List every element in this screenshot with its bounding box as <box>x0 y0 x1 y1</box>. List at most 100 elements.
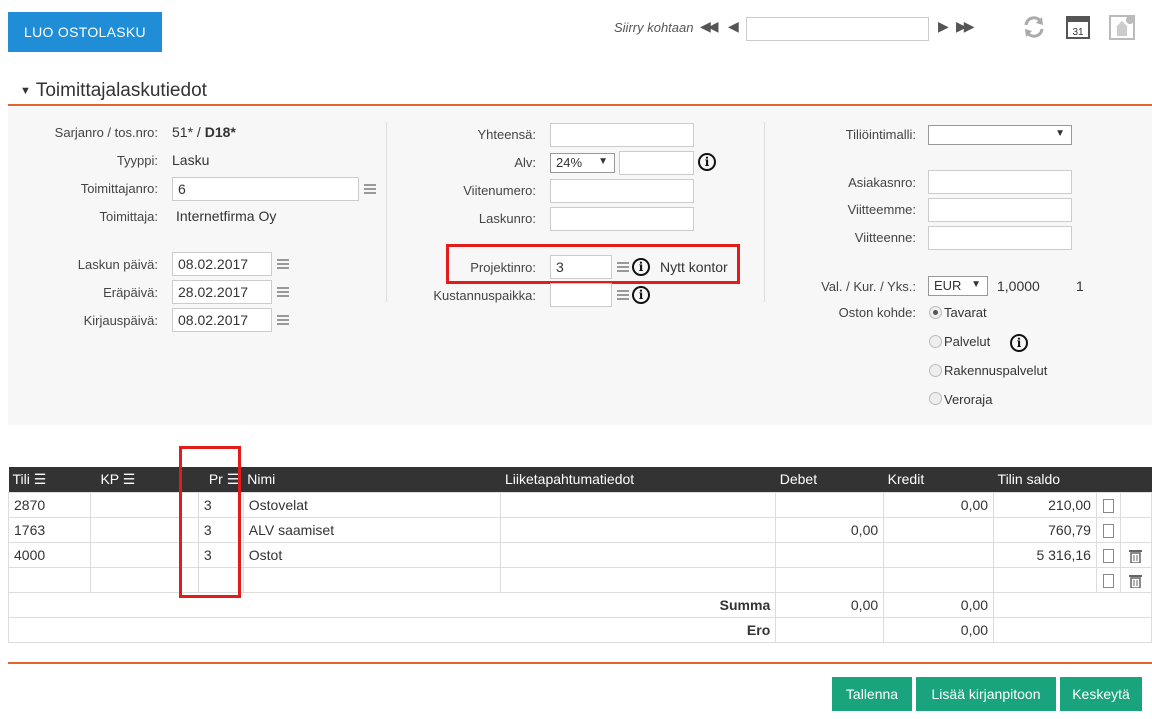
list-icon[interactable] <box>617 290 629 300</box>
home-settings-icon[interactable] <box>1108 13 1136 41</box>
vat-label: Alv: <box>514 155 536 170</box>
cell-debit[interactable] <box>775 491 885 518</box>
cell-account[interactable]: 2870 <box>8 491 91 518</box>
header-balance: Tilin saldo <box>993 467 1097 492</box>
cancel-button[interactable]: Keskeytä <box>1060 677 1142 711</box>
section-title[interactable]: ▼ Toimittajalaskutiedot <box>20 80 207 102</box>
booking-date-label: Kirjauspäivä: <box>83 313 158 328</box>
reference-number-input[interactable] <box>550 179 694 203</box>
cell-details[interactable] <box>500 541 777 568</box>
create-purchase-invoice-button[interactable]: LUO OSTOLASKU <box>8 12 162 52</box>
invoice-number-input[interactable] <box>550 207 694 231</box>
cell-details[interactable] <box>500 516 777 543</box>
header-name: Nimi <box>243 467 501 492</box>
first-record-icon[interactable]: ◀◀ <box>700 18 718 35</box>
calendar-icon[interactable]: 31 <box>1064 13 1092 41</box>
cell-balance: 210,00 <box>993 491 1097 518</box>
header-credit: Kredit <box>883 467 994 492</box>
radio-rakennuspalvelut[interactable] <box>929 364 942 377</box>
column-divider <box>386 122 387 302</box>
cell-details[interactable] <box>500 566 777 593</box>
purchase-target-label: Oston kohde: <box>838 305 916 320</box>
unit-value: 1 <box>1076 278 1084 294</box>
radio-palvelut[interactable] <box>929 335 942 348</box>
cell-account[interactable]: 4000 <box>8 541 91 568</box>
info-icon[interactable]: i <box>632 286 650 304</box>
cell-account[interactable] <box>8 566 91 593</box>
our-reference-input[interactable] <box>928 198 1072 222</box>
invoice-number-label: Laskunro: <box>478 211 536 226</box>
list-icon[interactable] <box>364 184 376 194</box>
trash-icon[interactable] <box>1129 549 1143 563</box>
list-icon[interactable]: ☰ <box>123 471 136 487</box>
cell-name: ALV saamiset <box>242 516 502 543</box>
cell-name: Ostovelat <box>242 491 502 518</box>
currency-label: Val. / Kur. / Yks.: <box>821 279 916 294</box>
cell-debit[interactable]: 0,00 <box>775 516 885 543</box>
info-icon[interactable]: i <box>632 258 650 276</box>
chevron-down-icon: ▼ <box>598 156 608 167</box>
cell-account[interactable]: 1763 <box>8 516 91 543</box>
previous-record-icon[interactable]: ◀ <box>728 18 739 35</box>
next-record-icon[interactable]: ▶ <box>938 18 949 35</box>
document-icon[interactable] <box>1102 498 1114 513</box>
document-icon[interactable] <box>1102 548 1114 563</box>
calendar-picker-icon[interactable] <box>277 315 289 325</box>
calendar-picker-icon[interactable] <box>277 287 289 297</box>
booking-date-input[interactable] <box>172 308 272 332</box>
radio-veroraja[interactable] <box>929 392 942 405</box>
sum-credit: 0,00 <box>883 591 995 618</box>
trash-icon[interactable] <box>1129 574 1143 588</box>
column-divider <box>764 122 765 302</box>
project-number-input[interactable] <box>550 255 612 279</box>
calendar-picker-icon[interactable] <box>277 259 289 269</box>
cost-center-input[interactable] <box>550 283 612 307</box>
radio-tavarat[interactable] <box>929 306 942 319</box>
vat-amount-input[interactable] <box>619 151 694 175</box>
template-select[interactable]: ▼ <box>928 125 1072 145</box>
radio-palvelut-label: Palvelut <box>944 334 991 349</box>
cell-credit[interactable] <box>883 566 995 593</box>
cell-credit[interactable] <box>883 541 995 568</box>
invoice-date-input[interactable] <box>172 252 272 276</box>
cell-debit[interactable] <box>775 566 885 593</box>
difference-label: Ero <box>7 616 777 643</box>
save-button[interactable]: Tallenna <box>832 677 912 711</box>
add-to-ledger-button[interactable]: Lisää kirjanpitoon <box>916 677 1056 711</box>
supplier-number-input[interactable] <box>172 177 359 201</box>
sum-label: Summa <box>7 591 777 618</box>
your-reference-label: Viitteenne: <box>854 230 916 245</box>
refresh-icon[interactable] <box>1020 13 1048 41</box>
info-icon[interactable]: i <box>698 153 716 171</box>
list-icon[interactable] <box>617 262 629 272</box>
document-icon[interactable] <box>1102 523 1114 538</box>
radio-veroraja-label: Veroraja <box>944 392 993 407</box>
header-details: Liiketapahtumatiedot <box>500 467 776 492</box>
your-reference-input[interactable] <box>928 226 1072 250</box>
cell-balance: 5 316,16 <box>993 541 1097 568</box>
reference-number-label: Viitenumero: <box>463 183 536 198</box>
document-icon[interactable] <box>1102 573 1114 588</box>
collapse-caret-icon[interactable]: ▼ <box>20 85 31 97</box>
info-icon[interactable]: i <box>1010 334 1028 352</box>
last-record-icon[interactable]: ▶▶ <box>956 18 974 35</box>
calendar-day-text: 31 <box>1072 27 1084 38</box>
cell-balance <box>993 566 1097 593</box>
currency-select[interactable]: EUR ▼ <box>928 276 988 296</box>
header-debit: Debet <box>775 467 884 492</box>
goto-input[interactable] <box>746 17 929 41</box>
list-icon[interactable]: ☰ <box>34 471 47 487</box>
header-account[interactable]: Tili ☰ <box>8 467 91 492</box>
section-divider <box>8 104 1152 106</box>
cell-credit[interactable] <box>883 516 995 543</box>
total-input[interactable] <box>550 123 694 147</box>
difference-row: Ero 0,00 <box>7 616 1152 643</box>
vat-select[interactable]: 24% ▼ <box>550 153 615 173</box>
due-date-input[interactable] <box>172 280 272 304</box>
cell-credit[interactable]: 0,00 <box>883 491 995 518</box>
customer-number-input[interactable] <box>928 170 1072 194</box>
document-number: D18* <box>204 124 236 140</box>
cell-debit[interactable] <box>775 541 885 568</box>
cell-details[interactable] <box>500 491 777 518</box>
cost-center-label: Kustannuspaikka: <box>433 288 536 303</box>
